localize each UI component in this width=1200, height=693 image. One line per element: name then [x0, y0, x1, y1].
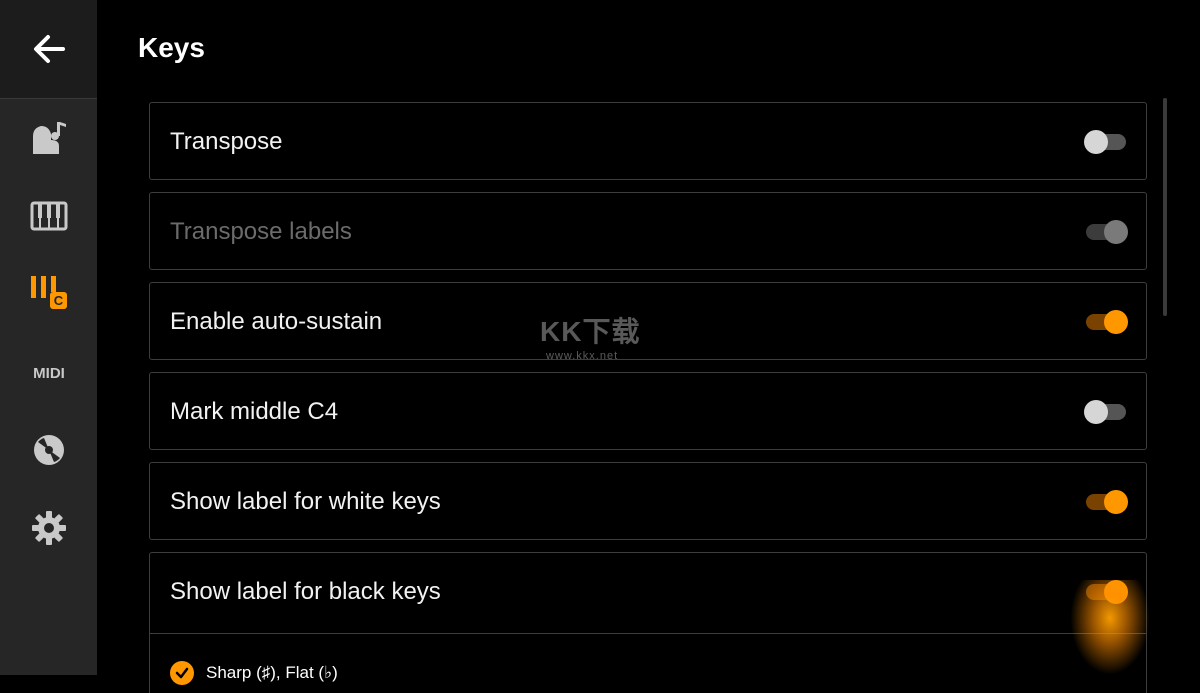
toggle-thumb	[1104, 580, 1128, 604]
toggle-thumb	[1104, 220, 1128, 244]
piano-note-icon	[32, 122, 66, 154]
arrow-left-icon	[33, 35, 65, 63]
black-key-label-options: Sharp (♯), Flat (♭)	[149, 633, 1147, 693]
disc-icon	[33, 435, 64, 465]
sidebar-item-keys[interactable]: C	[0, 262, 97, 322]
transpose-labels-toggle	[1084, 219, 1128, 245]
setting-label: Show label for white keys	[170, 488, 441, 515]
sidebar-item-settings[interactable]	[0, 498, 97, 558]
option-label: Sharp (♯), Flat (♭)	[206, 663, 338, 682]
svg-text:MIDI: MIDI	[33, 365, 65, 382]
setting-row-mark-middle-c4[interactable]: Mark middle C4	[149, 372, 1147, 450]
option-sharp-flat[interactable]: Sharp (♯), Flat (♭)	[170, 661, 338, 685]
keys-label-icon: C	[30, 276, 67, 309]
setting-row-transpose-labels: Transpose labels	[149, 192, 1147, 270]
keyboard-icon	[30, 201, 67, 231]
setting-label: Mark middle C4	[170, 398, 339, 425]
toggle-thumb	[1084, 130, 1108, 154]
setting-label: Enable auto-sustain	[170, 308, 383, 335]
svg-text:C: C	[53, 293, 63, 308]
sidebar-item-recordings[interactable]	[0, 420, 97, 480]
auto-sustain-toggle[interactable]	[1084, 309, 1128, 335]
toggle-thumb	[1104, 310, 1128, 334]
sidebar-item-midi[interactable]: MIDI	[0, 342, 97, 402]
setting-row-white-key-labels[interactable]: Show label for white keys	[149, 462, 1147, 540]
toggle-thumb	[1084, 400, 1108, 424]
sidebar: C MIDI	[0, 0, 97, 675]
sidebar-item-songs[interactable]	[0, 108, 97, 168]
white-key-labels-toggle[interactable]	[1084, 489, 1128, 515]
sidebar-item-keyboard[interactable]	[0, 186, 97, 246]
back-button[interactable]	[0, 0, 97, 99]
black-key-labels-toggle[interactable]	[1084, 579, 1128, 605]
toggle-thumb	[1104, 490, 1128, 514]
page-title: Keys	[138, 32, 205, 63]
midi-icon: MIDI	[33, 365, 65, 382]
setting-row-auto-sustain[interactable]: Enable auto-sustain	[149, 282, 1147, 360]
gear-icon	[31, 511, 66, 545]
check-circle-icon[interactable]	[170, 661, 194, 685]
setting-label: Show label for black keys	[170, 578, 441, 605]
scrollbar[interactable]	[1163, 98, 1167, 316]
setting-label: Transpose	[170, 128, 283, 155]
mark-middle-c4-toggle[interactable]	[1084, 399, 1128, 425]
setting-label: Transpose labels	[170, 218, 352, 245]
transpose-toggle[interactable]	[1084, 129, 1128, 155]
setting-row-black-key-labels[interactable]: Show label for black keys	[149, 552, 1147, 634]
setting-row-transpose[interactable]: Transpose	[149, 102, 1147, 180]
